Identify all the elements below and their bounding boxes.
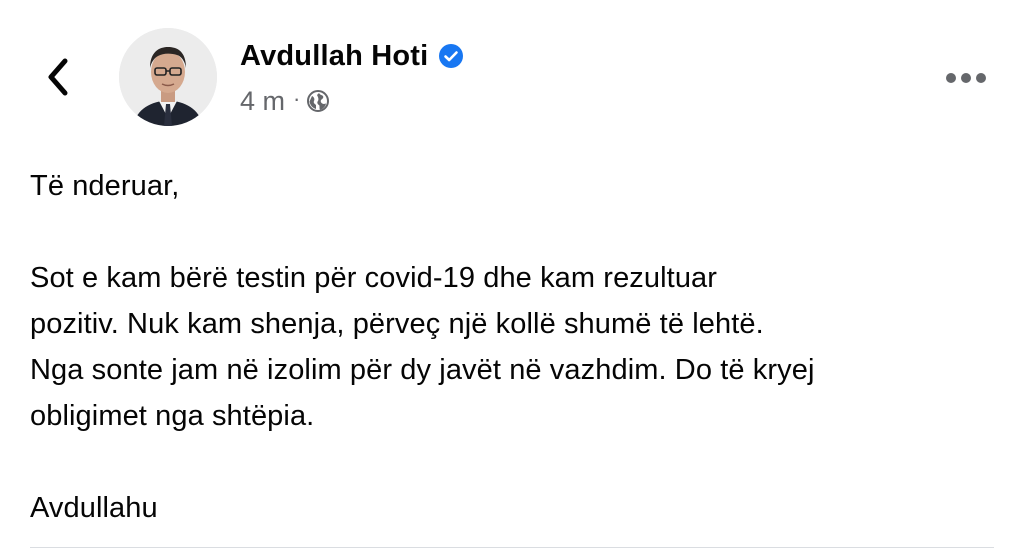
author-row: Avdullah Hoti <box>240 36 464 76</box>
post-text: Të nderuar, Sot e kam bërë testin për co… <box>30 163 1000 531</box>
author-name[interactable]: Avdullah Hoti <box>240 40 428 73</box>
globe-icon <box>307 90 330 112</box>
divider <box>30 547 994 548</box>
more-options-button[interactable] <box>938 60 994 96</box>
post-greeting: Të nderuar, <box>30 170 180 202</box>
profile-photo <box>119 28 217 126</box>
post-line: Sot e kam bërë testin për covid-19 dhe k… <box>30 262 718 294</box>
post-line: obligimet nga shtëpia. <box>30 400 315 432</box>
chevron-left-icon <box>48 58 68 96</box>
more-horizontal-icon <box>946 73 986 83</box>
post-signature: Avdullahu <box>30 492 158 524</box>
verified-badge-icon <box>439 44 464 68</box>
post-line: Nga sonte jam në izolim për dy javët në … <box>30 354 815 386</box>
post-header: Avdullah Hoti 4 m · <box>0 0 1024 150</box>
avatar[interactable] <box>119 28 217 126</box>
post-meta: 4 m · <box>240 84 330 118</box>
meta-separator: · <box>293 86 301 111</box>
back-button[interactable] <box>36 55 80 99</box>
post-line: pozitiv. Nuk kam shenja, përveç një koll… <box>30 308 764 340</box>
post-timestamp[interactable]: 4 m <box>240 86 285 117</box>
